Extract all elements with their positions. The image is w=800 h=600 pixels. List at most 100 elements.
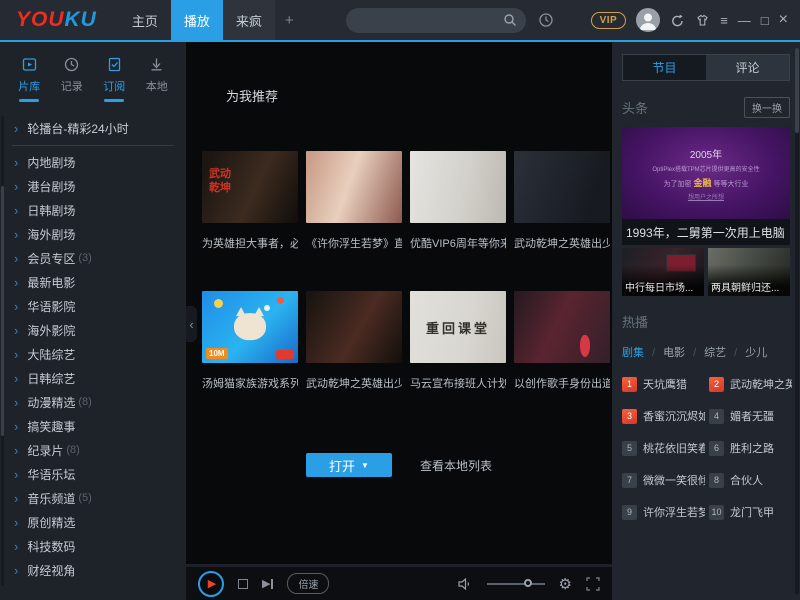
channel-item[interactable]: ›最新电影 (0, 270, 186, 294)
ranked-item[interactable]: 9许你浮生若梦 (622, 504, 705, 520)
video-card[interactable]: 10M 汤姆猫家族游戏系列 - 汤姆... (202, 291, 298, 391)
channel-item[interactable]: ›音乐频道(5) (0, 486, 186, 510)
channel-item[interactable]: ›华语影院 (0, 294, 186, 318)
fullscreen-icon[interactable] (586, 577, 600, 591)
channel-item[interactable]: ›原创精选 (0, 510, 186, 534)
search-box[interactable] (346, 8, 526, 33)
close-button[interactable]: × (779, 12, 788, 28)
sidebar-tabs: 片库 记录 订阅 本地 (0, 52, 186, 102)
channel-item[interactable]: ›科技数码 (0, 534, 186, 558)
history-icon[interactable] (538, 12, 554, 28)
open-file-button[interactable]: 打开 ▼ (306, 453, 392, 477)
channel-item[interactable]: ›动漫精选(8) (0, 390, 186, 414)
channel-item[interactable]: ›内地剧场 (0, 150, 186, 174)
video-card[interactable]: 重回课堂 马云宣布接班人计划：一年... (410, 291, 506, 391)
channel-item[interactable]: ›纪录片(8) (0, 438, 186, 462)
vip-badge[interactable]: VIP (591, 12, 627, 29)
balloon-decoration (214, 299, 223, 308)
shuffle-button[interactable]: 换一换 (744, 97, 790, 118)
video-caption: 以创作歌手身份出道的蔡健... (514, 375, 610, 391)
tab-comments[interactable]: 评论 (706, 55, 789, 80)
settings-gear-icon[interactable]: ⚙ (559, 575, 572, 593)
news-card[interactable]: 中行每日市场... (622, 248, 704, 296)
avatar[interactable] (636, 8, 660, 32)
playback-speed-button[interactable]: 倍速 (287, 573, 329, 594)
channel-item[interactable]: ›财经视角 (0, 558, 186, 582)
channel-item[interactable]: ›日韩剧场 (0, 198, 186, 222)
tab-playing[interactable]: 播放 (171, 0, 223, 40)
minimize-button[interactable]: — (738, 14, 751, 27)
new-tab-button[interactable]: + (275, 0, 304, 40)
skin-theme-icon[interactable] (695, 13, 710, 28)
tab-programs[interactable]: 节目 (623, 55, 706, 80)
sidebar-tab-library[interactable]: 片库 (11, 56, 47, 102)
player-control-bar: ▶ ▶ 倍速 ⚙ (186, 564, 612, 600)
video-caption: 汤姆猫家族游戏系列 - 汤姆... (202, 375, 298, 391)
maximize-button[interactable]: □ (761, 14, 769, 27)
volume-slider-knob[interactable] (524, 579, 532, 587)
channel-item[interactable]: ›华语乐坛 (0, 462, 186, 486)
channel-item[interactable]: ›日韩综艺 (0, 366, 186, 390)
hot-tab-variety[interactable]: 综艺 (685, 344, 726, 360)
youku-window: YOU KU 主页 播放 来疯 + VIP ≡ (0, 0, 800, 600)
hot-tab-kids[interactable]: 少儿 (726, 344, 767, 360)
channel-item[interactable]: ›海外影院 (0, 318, 186, 342)
video-card[interactable]: 优酷VIP6周年等你来！ (410, 151, 506, 251)
volume-slider[interactable] (487, 583, 545, 585)
channel-item[interactable]: ›搞笑趣事 (0, 414, 186, 438)
ranked-item[interactable]: 1天坑鹰猎 (622, 376, 705, 392)
ranked-item[interactable]: 3香蜜沉沉烬如... (622, 408, 705, 424)
sidebar-tab-history[interactable]: 记录 (54, 56, 90, 102)
subscription-icon (106, 56, 123, 73)
volume-icon[interactable] (457, 577, 473, 591)
ranked-item[interactable]: 7微微一笑很倾... (622, 472, 705, 488)
news-caption: 两具朝鲜归还... (708, 265, 790, 296)
panel-tabs: 节目 评论 (622, 54, 790, 81)
search-icon[interactable] (503, 13, 517, 27)
next-button[interactable]: ▶ (262, 577, 273, 590)
tab-laifeng[interactable]: 来疯 (223, 0, 275, 40)
video-card[interactable]: 以创作歌手身份出道的蔡健... (514, 291, 610, 391)
sidebar-scrollbar[interactable] (1, 116, 4, 586)
view-local-list-link[interactable]: 查看本地列表 (420, 457, 492, 474)
dropdown-arrow-icon: ▼ (361, 461, 369, 470)
views-badge: 10M (206, 348, 228, 359)
tab-home[interactable]: 主页 (119, 0, 171, 40)
video-card[interactable]: 《许你浮生若梦》直击罗浮... (306, 151, 402, 251)
video-thumbnail (514, 291, 610, 363)
section-title: 为我推荐 (226, 86, 612, 105)
hot-tab-movies[interactable]: 电影 (644, 344, 685, 360)
channel-item[interactable]: ›港台剧场 (0, 174, 186, 198)
channel-item[interactable]: ›会员专区(3) (0, 246, 186, 270)
menu-icon[interactable]: ≡ (720, 14, 728, 27)
stop-button[interactable] (238, 579, 248, 589)
sidebar-tab-subscriptions[interactable]: 订阅 (96, 56, 132, 102)
ranked-item[interactable]: 8合伙人 (709, 472, 792, 488)
youku-logo[interactable]: YOU KU (16, 0, 97, 40)
sidebar-collapse-handle[interactable]: ‹ (186, 306, 197, 342)
chevron-right-icon: › (14, 179, 18, 194)
news-card[interactable]: 两具朝鲜归还... (708, 248, 790, 296)
ranked-item[interactable]: 5桃花依旧笑春... (622, 440, 705, 456)
video-card[interactable]: 武动乾坤 为英雄担大事者，必艰辛孤独 (202, 151, 298, 251)
main-content: ‹ 为我推荐 武动乾坤 为英雄担大事者，必艰辛孤独 《许你浮生若梦》直击罗浮..… (186, 42, 612, 600)
video-caption: 武动乾坤之英雄出少年 第2... (514, 235, 610, 251)
hot-tab-series[interactable]: 剧集 (622, 344, 644, 360)
ranked-item[interactable]: 4媚者无疆 (709, 408, 792, 424)
channel-item[interactable]: ›轮播台-精彩24小时 (0, 116, 186, 140)
rank-badge: 3 (622, 409, 637, 424)
headline-feature-card[interactable]: 2005年 OptiPlex搭载TPM芯片提供更高的安全性 为了加密 金融 等等… (622, 127, 790, 245)
channel-item[interactable]: ›大陆综艺 (0, 342, 186, 366)
video-card[interactable]: 武动乾坤之英雄出少年 第3... (306, 291, 402, 391)
video-caption: 武动乾坤之英雄出少年 第3... (306, 375, 402, 391)
search-input[interactable] (336, 8, 503, 33)
play-button[interactable]: ▶ (198, 571, 224, 597)
channel-item[interactable]: ›海外剧场 (0, 222, 186, 246)
panel-scrollbar[interactable] (795, 48, 799, 594)
sidebar-tab-local[interactable]: 本地 (139, 56, 175, 102)
video-card[interactable]: 武动乾坤之英雄出少年 第2... (514, 151, 610, 251)
ranked-item[interactable]: 10龙门飞甲 (709, 504, 792, 520)
ranked-item[interactable]: 6胜利之路 (709, 440, 792, 456)
ranked-item[interactable]: 2武动乾坤之英... (709, 376, 792, 392)
refresh-icon[interactable] (670, 13, 685, 28)
